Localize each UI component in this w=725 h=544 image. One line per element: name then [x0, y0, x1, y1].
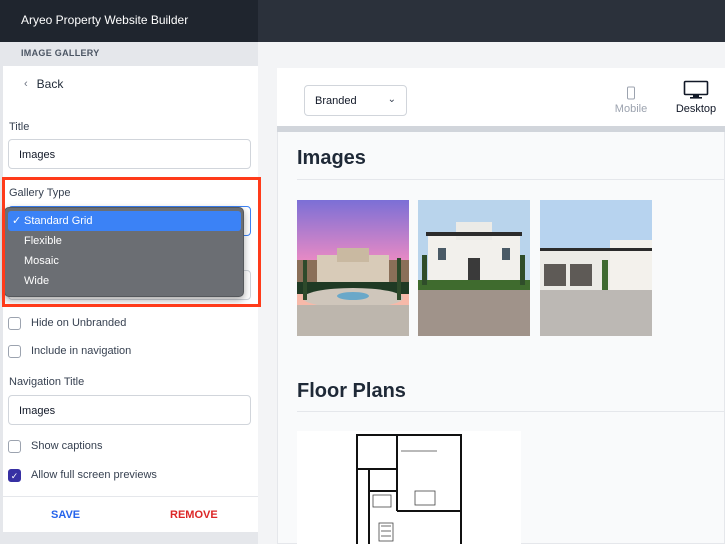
hide-unbranded-checkbox[interactable] — [8, 317, 21, 330]
back-button[interactable]: ‹ Back — [24, 77, 63, 91]
chevron-left-icon: ‹ — [24, 78, 28, 90]
app-title: Aryeo Property Website Builder — [21, 13, 189, 27]
device-mobile-button[interactable]: Mobile — [610, 86, 652, 115]
check-icon: ✓ — [10, 471, 19, 481]
device-desktop-button[interactable]: Desktop — [671, 80, 721, 115]
gallery-photo-2[interactable] — [418, 200, 530, 336]
title-label: Title — [9, 121, 30, 133]
divider — [297, 179, 725, 180]
branding-mode-value: Branded — [315, 95, 357, 107]
desktop-icon — [683, 80, 709, 99]
floor-plans-heading: Floor Plans — [297, 380, 406, 402]
back-label: Back — [36, 77, 64, 91]
show-captions-checkbox[interactable] — [8, 440, 21, 453]
hide-unbranded-label: Hide on Unbranded — [31, 317, 127, 329]
gallery-photo-3[interactable] — [540, 200, 652, 336]
action-bar: SAVE REMOVE — [3, 496, 258, 532]
remove-button[interactable]: REMOVE — [170, 509, 218, 521]
floor-plan-image[interactable] — [297, 431, 521, 544]
mobile-icon — [627, 86, 635, 100]
bottom-strip — [0, 532, 258, 544]
include-nav-label: Include in navigation — [31, 345, 132, 357]
show-captions-label: Show captions — [31, 440, 103, 452]
chevron-down-icon: ⌄ — [387, 94, 396, 105]
title-input[interactable]: Images — [8, 139, 251, 169]
divider — [297, 411, 725, 412]
app-title-box: Aryeo Property Website Builder — [0, 0, 258, 42]
top-bar: Aryeo Property Website Builder — [0, 0, 725, 42]
section-title: IMAGE GALLERY — [21, 48, 100, 58]
device-desktop-label: Desktop — [675, 103, 717, 115]
nav-title-label: Navigation Title — [9, 376, 85, 388]
device-mobile-label: Mobile — [614, 103, 648, 115]
section-header: IMAGE GALLERY — [0, 42, 258, 66]
nav-title-input[interactable]: Images — [8, 395, 251, 425]
gallery-photo-1[interactable] — [297, 200, 409, 336]
save-button[interactable]: SAVE — [51, 509, 80, 521]
branding-mode-select[interactable]: Branded ⌄ — [304, 85, 407, 116]
full-screen-checkbox[interactable]: ✓ — [8, 469, 21, 482]
full-screen-label: Allow full screen previews — [31, 469, 157, 481]
include-nav-checkbox[interactable] — [8, 345, 21, 358]
gallery-heading: Images — [297, 147, 366, 169]
highlight-box — [2, 177, 261, 307]
